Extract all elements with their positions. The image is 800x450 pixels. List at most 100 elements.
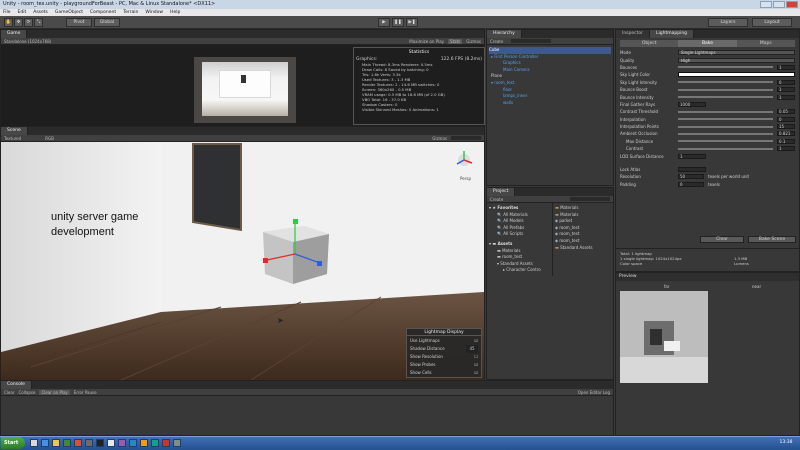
console-collapse-button[interactable]: Collapse [18, 390, 35, 395]
setting-value[interactable]: 1 [777, 146, 795, 152]
setting-value[interactable]: 1 [777, 94, 795, 100]
lightmap-display-option[interactable]: Show Resolution ☐ [410, 353, 478, 361]
setting-value[interactable]: 0.05 [777, 109, 795, 115]
pivot-toggle[interactable]: Pivot [66, 18, 92, 27]
menu-component[interactable]: Component [90, 9, 116, 16]
hierarchy-item[interactable]: lamps_inner [489, 93, 611, 100]
favorite-item[interactable]: 🔍 All Scripts [489, 231, 550, 238]
taskbar-icon[interactable] [85, 439, 93, 447]
pause-button[interactable]: ❚❚ [392, 18, 404, 27]
scene-gizmos-dropdown[interactable]: Gizmos [432, 136, 447, 141]
global-toggle[interactable]: Global [94, 18, 120, 27]
project-file-item[interactable]: ◆ parket [555, 218, 611, 225]
hand-tool-button[interactable]: ✋ [4, 18, 13, 27]
setting-value[interactable]: 1000 [678, 101, 706, 107]
menu-edit[interactable]: Edit [18, 9, 27, 16]
game-gizmos-toggle[interactable]: Gizmos [466, 39, 481, 44]
setting-slider[interactable] [678, 66, 773, 69]
setting-value[interactable]: 15 [777, 124, 795, 130]
hierarchy-item[interactable]: Plane [489, 73, 611, 80]
tab-inspector[interactable]: Inspector [616, 30, 650, 38]
setting-slider[interactable] [678, 110, 773, 113]
checkbox[interactable]: ☐ [474, 353, 478, 361]
favorite-item[interactable]: 🔍 All Models [489, 218, 550, 225]
taskbar-icon[interactable] [118, 439, 126, 447]
checkbox[interactable]: ☑ [474, 337, 478, 345]
bake-scene-button[interactable]: Bake Scene [748, 236, 796, 243]
game-viewport[interactable]: Statistics Graphics: 122.6 FPS (8.2ms) M… [1, 45, 485, 126]
scene-search-input[interactable] [451, 136, 481, 140]
favorite-item[interactable]: 🔍 All Materials [489, 212, 550, 219]
asset-folder[interactable]: ▬ room_test [489, 254, 550, 261]
taskbar-icon[interactable] [140, 439, 148, 447]
open-editor-log-button[interactable]: Open Editor Log [578, 390, 610, 395]
asset-folder[interactable]: ▬ Materials [489, 248, 550, 255]
asset-folder[interactable]: ▾ Standard Assets [489, 261, 550, 268]
stats-toggle[interactable]: Stats [448, 38, 463, 44]
menu-gameobject[interactable]: GameObject [55, 9, 83, 16]
taskbar-icon[interactable] [107, 439, 115, 447]
setting-value[interactable]: 0.821 [777, 131, 795, 137]
checkbox[interactable]: 45 [466, 345, 478, 353]
setting-slider[interactable] [678, 96, 773, 99]
taskbar-icon[interactable] [129, 439, 137, 447]
console-error-pause-button[interactable]: Error Pause [74, 390, 97, 395]
tab-console[interactable]: Console [1, 381, 32, 389]
project-file-item[interactable]: ◆ room_test [555, 225, 611, 232]
setting-value[interactable]: 0 [678, 181, 704, 187]
lightmap-display-option[interactable]: Use Lightmaps ☑ [410, 337, 478, 345]
project-file-item[interactable]: ◆ room_test [555, 238, 611, 245]
taskbar-icon[interactable] [63, 439, 71, 447]
console-clear-on-play-button[interactable]: Clear on Play [39, 389, 70, 395]
hierarchy-item[interactable]: floor [489, 87, 611, 94]
asset-folder[interactable]: ▸ Character Contro [489, 267, 550, 274]
setting-value[interactable] [678, 167, 706, 173]
menu-file[interactable]: File [3, 9, 11, 16]
menu-help[interactable]: Help [170, 9, 180, 16]
hierarchy-item[interactable]: ▾ room_test [489, 80, 611, 87]
setting-value[interactable]: 1 [678, 153, 706, 159]
favorites-header[interactable]: ▾ ★ Favorites [489, 205, 550, 212]
subtab-bake[interactable]: Bake [678, 40, 737, 47]
favorite-item[interactable]: 🔍 All Prefabs [489, 225, 550, 232]
setting-slider[interactable] [678, 147, 773, 150]
hierarchy-item[interactable]: Cube [489, 47, 611, 54]
layers-dropdown[interactable]: Layers [708, 18, 748, 27]
menu-terrain[interactable]: Terrain [123, 9, 138, 16]
minimize-button[interactable] [760, 1, 772, 8]
project-file-item[interactable]: ▬ Materials [555, 205, 611, 212]
setting-value[interactable]: Single Lightmaps [678, 50, 795, 56]
menu-window[interactable]: Window [145, 9, 163, 16]
assets-header[interactable]: ▾ ▬ Assets [489, 241, 550, 248]
maximize-button[interactable] [773, 1, 785, 8]
hierarchy-item[interactable]: ▸ First Person Controller [489, 54, 611, 61]
setting-value[interactable]: High [678, 57, 795, 63]
tab-game[interactable]: Game [1, 30, 28, 38]
hierarchy-create-dropdown[interactable]: Create [490, 39, 503, 44]
checkbox[interactable]: ☑ [474, 361, 478, 369]
project-file-item[interactable]: ▬ Standard Assets [555, 245, 611, 252]
setting-value[interactable] [678, 72, 795, 78]
console-clear-button[interactable]: Clear [4, 390, 14, 395]
rotate-tool-button[interactable]: ⟳ [24, 18, 33, 27]
step-button[interactable]: ▶❚ [406, 18, 418, 27]
move-tool-button[interactable]: ✥ [14, 18, 23, 27]
setting-slider[interactable] [678, 132, 773, 135]
scene-render-mode-dropdown[interactable]: Textured [4, 136, 21, 141]
unity-taskbar-icon[interactable] [96, 439, 104, 447]
taskbar-icon[interactable] [173, 439, 181, 447]
setting-value[interactable]: 1 [777, 64, 795, 70]
lightmap-display-option[interactable]: Show Probes ☑ [410, 361, 478, 369]
taskbar-icon[interactable] [151, 439, 159, 447]
taskbar-icon[interactable] [30, 439, 38, 447]
setting-slider[interactable] [678, 88, 773, 91]
menu-assets[interactable]: Assets [33, 9, 48, 16]
project-search-input[interactable] [570, 197, 610, 201]
project-file-item[interactable]: ◆ room_test [555, 231, 611, 238]
lightmap-preview-image[interactable] [620, 291, 708, 383]
tab-project[interactable]: Project [487, 188, 516, 196]
tab-lightmapping[interactable]: Lightmapping [650, 30, 695, 38]
start-button[interactable]: Start [1, 437, 25, 449]
close-button[interactable] [786, 1, 798, 8]
scene-viewport[interactable]: Persp unity server game development ➤ Li… [1, 142, 484, 380]
